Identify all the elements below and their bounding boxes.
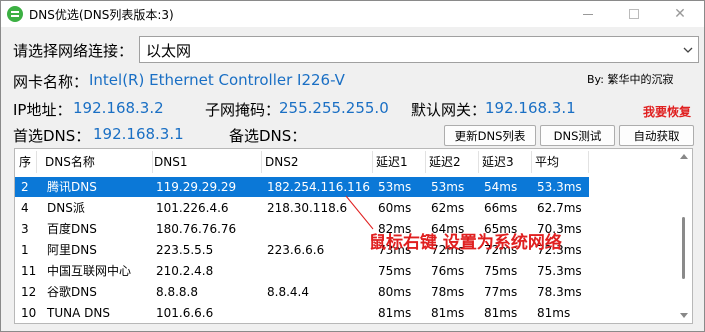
app-window: DNS优选(DNS列表版本:3) ✕ 请选择网络连接： 以太网 网卡名称： In…: [0, 0, 705, 332]
cell-average: 78.3ms: [537, 285, 582, 299]
nic-value: Intel(R) Ethernet Controller I226-V: [89, 71, 345, 89]
auto-obtain-button[interactable]: 自动获取: [619, 125, 694, 146]
cell-latency2: 53ms: [431, 180, 465, 194]
cell-latency3: 75ms: [484, 264, 518, 278]
window-title: DNS优选(DNS列表版本:3): [29, 8, 174, 22]
cell-dns2: 182.254.116.116: [267, 180, 371, 194]
cell-dns1: 180.76.76.76: [156, 222, 237, 236]
cell-latency1: 81ms: [378, 306, 412, 320]
cell-name: 阿里DNS: [47, 243, 97, 257]
cell-dns1: 119.29.29.29: [156, 180, 237, 194]
cell-name: 谷歌DNS: [47, 285, 97, 299]
cell-latency3: 77ms: [484, 285, 518, 299]
maximize-button[interactable]: [611, 1, 657, 27]
app-logo-icon: [7, 6, 23, 22]
cell-dns1: 8.8.8.8: [156, 285, 198, 299]
cell-index: 2: [21, 180, 29, 194]
chevron-down-icon: [683, 47, 693, 53]
cell-dns2: [263, 261, 267, 281]
network-select-value: 以太网: [146, 42, 192, 60]
cell-dns1: 101.226.4.6: [156, 201, 229, 215]
cell-dns2: 8.8.4.4: [267, 285, 309, 299]
cell-name: 中国互联网中心: [47, 264, 132, 278]
cell-dns2: 218.30.118.6: [267, 201, 348, 215]
cell-name: 百度DNS: [47, 222, 97, 236]
gateway-label: 默认网关：: [411, 101, 487, 119]
cell-index: 10: [21, 306, 37, 320]
close-icon: ✕: [674, 6, 686, 22]
cell-latency2: 62ms: [431, 201, 465, 215]
cell-latency1: 75ms: [378, 264, 412, 278]
dns-table[interactable]: 序 DNS名称 DNS1 DNS2 延迟1 延迟2 延迟3 平均 2 腾讯DNS…: [14, 148, 693, 324]
cell-dns1: 210.2.4.8: [156, 264, 214, 278]
cell-average: 62.7ms: [537, 201, 582, 215]
header-latency1[interactable]: 延迟1: [372, 151, 426, 173]
mask-value: 255.255.255.0: [279, 99, 389, 117]
scroll-down-icon[interactable]: [680, 313, 688, 318]
primary-dns-label: 首选DNS：: [13, 127, 91, 145]
cell-latency2: 76ms: [431, 264, 465, 278]
cell-latency2: 78ms: [431, 285, 465, 299]
header-index[interactable]: 序: [15, 151, 37, 173]
mask-label: 子网掩码：: [205, 101, 281, 119]
update-dns-list-button[interactable]: 更新DNS列表: [444, 125, 536, 146]
secondary-dns-label: 备选DNS：: [229, 127, 307, 145]
cell-average: 75.3ms: [537, 264, 582, 278]
cell-average: 53.3ms: [537, 180, 582, 194]
title-bar[interactable]: DNS优选(DNS列表版本:3) ✕: [1, 1, 704, 27]
header-dns2[interactable]: DNS2: [261, 151, 373, 173]
author-credit: By: 繁华中的沉寂: [587, 73, 674, 86]
maximize-icon: [629, 9, 639, 19]
table-header: 序 DNS名称 DNS1 DNS2 延迟1 延迟2 延迟3 平均: [15, 151, 675, 173]
cell-dns1: 223.5.5.5: [156, 243, 214, 257]
header-name[interactable]: DNS名称: [41, 151, 153, 173]
restore-link[interactable]: 我要恢复: [643, 103, 691, 120]
cell-dns2: 223.6.6.6: [267, 243, 325, 257]
ip-label: IP地址：: [13, 101, 72, 119]
cell-latency1: 53ms: [378, 180, 412, 194]
scroll-up-icon[interactable]: [680, 154, 688, 159]
ip-value: 192.168.3.2: [73, 99, 164, 117]
cell-name: 腾讯DNS: [47, 180, 97, 194]
cell-latency1: 60ms: [378, 201, 412, 215]
primary-dns-value: 192.168.3.1: [93, 125, 184, 143]
network-select-label: 请选择网络连接：: [13, 42, 134, 60]
dns-test-button[interactable]: DNS测试: [540, 125, 615, 146]
cell-average: 81ms: [537, 306, 571, 320]
table-row[interactable]: 12 谷歌DNS 8.8.8.8 8.8.4.4 80ms 78ms 77ms …: [15, 282, 589, 302]
header-latency3[interactable]: 延迟3: [478, 151, 532, 173]
cell-index: 11: [21, 264, 37, 278]
gateway-value: 192.168.3.1: [485, 99, 576, 117]
header-latency2[interactable]: 延迟2: [425, 151, 479, 173]
cell-latency3: 66ms: [484, 201, 518, 215]
cell-dns2: [263, 303, 267, 323]
header-dns1[interactable]: DNS1: [150, 151, 262, 173]
cell-latency3: 54ms: [484, 180, 518, 194]
cell-name: TUNA DNS: [47, 306, 110, 320]
table-row[interactable]: 4 DNS派 101.226.4.6 218.30.118.6 60ms 62m…: [15, 198, 589, 218]
network-select[interactable]: 以太网: [139, 36, 699, 63]
table-row[interactable]: 2 腾讯DNS 119.29.29.29 182.254.116.116 53m…: [15, 177, 589, 197]
cell-index: 1: [21, 243, 29, 257]
nic-label: 网卡名称：: [13, 73, 89, 91]
table-scrollbar[interactable]: [676, 149, 692, 323]
cell-latency1: 80ms: [378, 285, 412, 299]
cell-index: 3: [21, 222, 29, 236]
right-click-annotation: 鼠标右键 设置为系统网络: [369, 233, 562, 253]
table-row[interactable]: 10 TUNA DNS 101.6.6.6 81ms 81ms 81ms 81m…: [15, 303, 589, 323]
cell-dns1: 101.6.6.6: [156, 306, 214, 320]
cell-index: 12: [21, 285, 37, 299]
header-average[interactable]: 平均: [531, 151, 589, 173]
minimize-button[interactable]: [565, 1, 611, 27]
cell-index: 4: [21, 201, 29, 215]
cell-name: DNS派: [47, 201, 85, 215]
cell-latency2: 81ms: [431, 306, 465, 320]
scroll-thumb[interactable]: [682, 217, 685, 279]
cell-dns2: [263, 219, 267, 239]
minimize-icon: [583, 13, 593, 15]
table-row[interactable]: 11 中国互联网中心 210.2.4.8 75ms 76ms 75ms 75.3…: [15, 261, 589, 281]
close-button[interactable]: ✕: [657, 1, 703, 27]
cell-latency3: 81ms: [484, 306, 518, 320]
